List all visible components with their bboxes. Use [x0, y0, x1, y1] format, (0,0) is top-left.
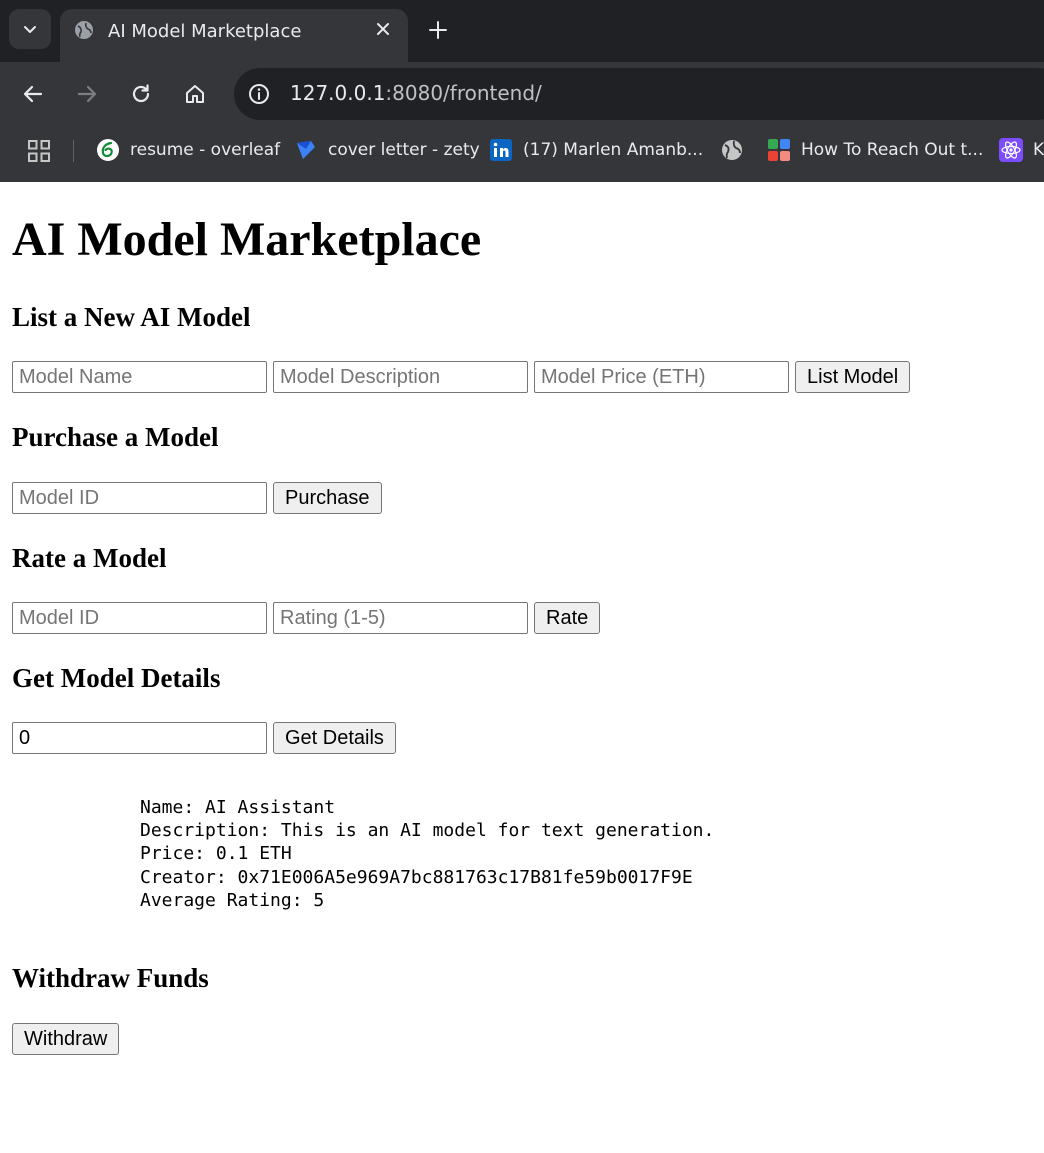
model-price-input[interactable]	[534, 361, 789, 393]
home-button[interactable]	[178, 77, 212, 111]
info-icon[interactable]	[248, 83, 270, 105]
page-content: AI Model Marketplace List a New AI Model…	[0, 182, 1044, 1153]
bookmark-react[interactable]: K	[999, 137, 1044, 163]
purchase-model-heading: Purchase a Model	[12, 422, 219, 452]
home-icon	[186, 85, 204, 103]
back-arrow-icon	[23, 85, 43, 103]
rate-button[interactable]: Rate	[534, 602, 601, 634]
close-tab-button[interactable]	[372, 18, 394, 40]
page-title: AI Model Marketplace	[12, 213, 482, 266]
url-text[interactable]: 127.0.0.1:8080/frontend/	[290, 81, 542, 105]
bookmark-label: (17) Marlen Amanb...	[523, 140, 704, 160]
bookmark-how-to-reach-out[interactable]: How To Reach Out t...	[767, 137, 983, 163]
withdraw-button[interactable]: Withdraw	[12, 1023, 120, 1055]
plus-icon	[429, 21, 447, 39]
purchase-button[interactable]: Purchase	[273, 482, 382, 514]
forward-button[interactable]	[70, 77, 104, 111]
rating-input[interactable]	[273, 602, 528, 634]
list-model-button[interactable]: List Model	[795, 361, 911, 393]
back-button[interactable]	[16, 77, 50, 111]
url-path: :8080/frontend/	[385, 81, 542, 105]
active-tab[interactable]: AI Model Marketplace	[60, 9, 408, 62]
browser-toolbar: 127.0.0.1:8080/frontend/	[0, 62, 1044, 127]
details-model-id-input[interactable]	[12, 722, 267, 754]
apps-grid-icon[interactable]	[27, 139, 51, 163]
bookmark-label: How To Reach Out t...	[801, 140, 984, 160]
react-icon	[999, 138, 1023, 162]
browser-tab-strip: AI Model Marketplace	[0, 0, 1044, 62]
bookmark-label: resume - overleaf	[130, 140, 281, 160]
forward-arrow-icon	[77, 85, 97, 103]
rate-model-id-input[interactable]	[12, 602, 267, 634]
bookmark-overleaf[interactable]: resume - overleaf	[96, 137, 280, 163]
address-bar[interactable]: 127.0.0.1:8080/frontend/	[234, 68, 1044, 120]
zety-icon	[297, 141, 315, 159]
list-model-heading: List a New AI Model	[12, 302, 251, 332]
withdraw-funds-heading: Withdraw Funds	[12, 963, 209, 993]
model-details-heading: Get Model Details	[12, 663, 221, 693]
bookmarks-separator	[73, 140, 74, 162]
url-host: 127.0.0.1	[290, 81, 386, 105]
bookmarks-bar: resume - overleaf cover letter - zety (1…	[0, 127, 1044, 182]
bookmark-label: K	[1033, 140, 1044, 160]
chevron-down-icon	[24, 26, 36, 33]
bookmark-label: cover letter - zety	[328, 140, 480, 160]
model-name-input[interactable]	[12, 361, 267, 393]
bookmark-linkedin[interactable]: (17) Marlen Amanb...	[489, 137, 703, 163]
tab-search-button[interactable]	[9, 9, 51, 49]
tab-title: AI Model Marketplace	[108, 21, 302, 42]
rate-model-heading: Rate a Model	[12, 543, 167, 573]
globe-icon	[722, 140, 742, 160]
model-details-output: Name: AI Assistant Description: This is …	[140, 797, 715, 911]
globe-icon	[75, 21, 93, 39]
overleaf-icon	[97, 139, 119, 161]
reload-icon	[132, 84, 150, 103]
new-tab-button[interactable]	[424, 16, 452, 44]
close-icon	[377, 23, 389, 35]
bookmark-zety[interactable]: cover letter - zety	[294, 137, 480, 163]
linkedin-icon	[490, 139, 512, 161]
reload-button[interactable]	[124, 77, 158, 111]
puzzle-icon	[768, 139, 790, 161]
bookmark-globe[interactable]	[720, 137, 744, 163]
purchase-model-id-input[interactable]	[12, 482, 267, 514]
get-details-button[interactable]: Get Details	[273, 722, 396, 754]
model-description-input[interactable]	[273, 361, 528, 393]
